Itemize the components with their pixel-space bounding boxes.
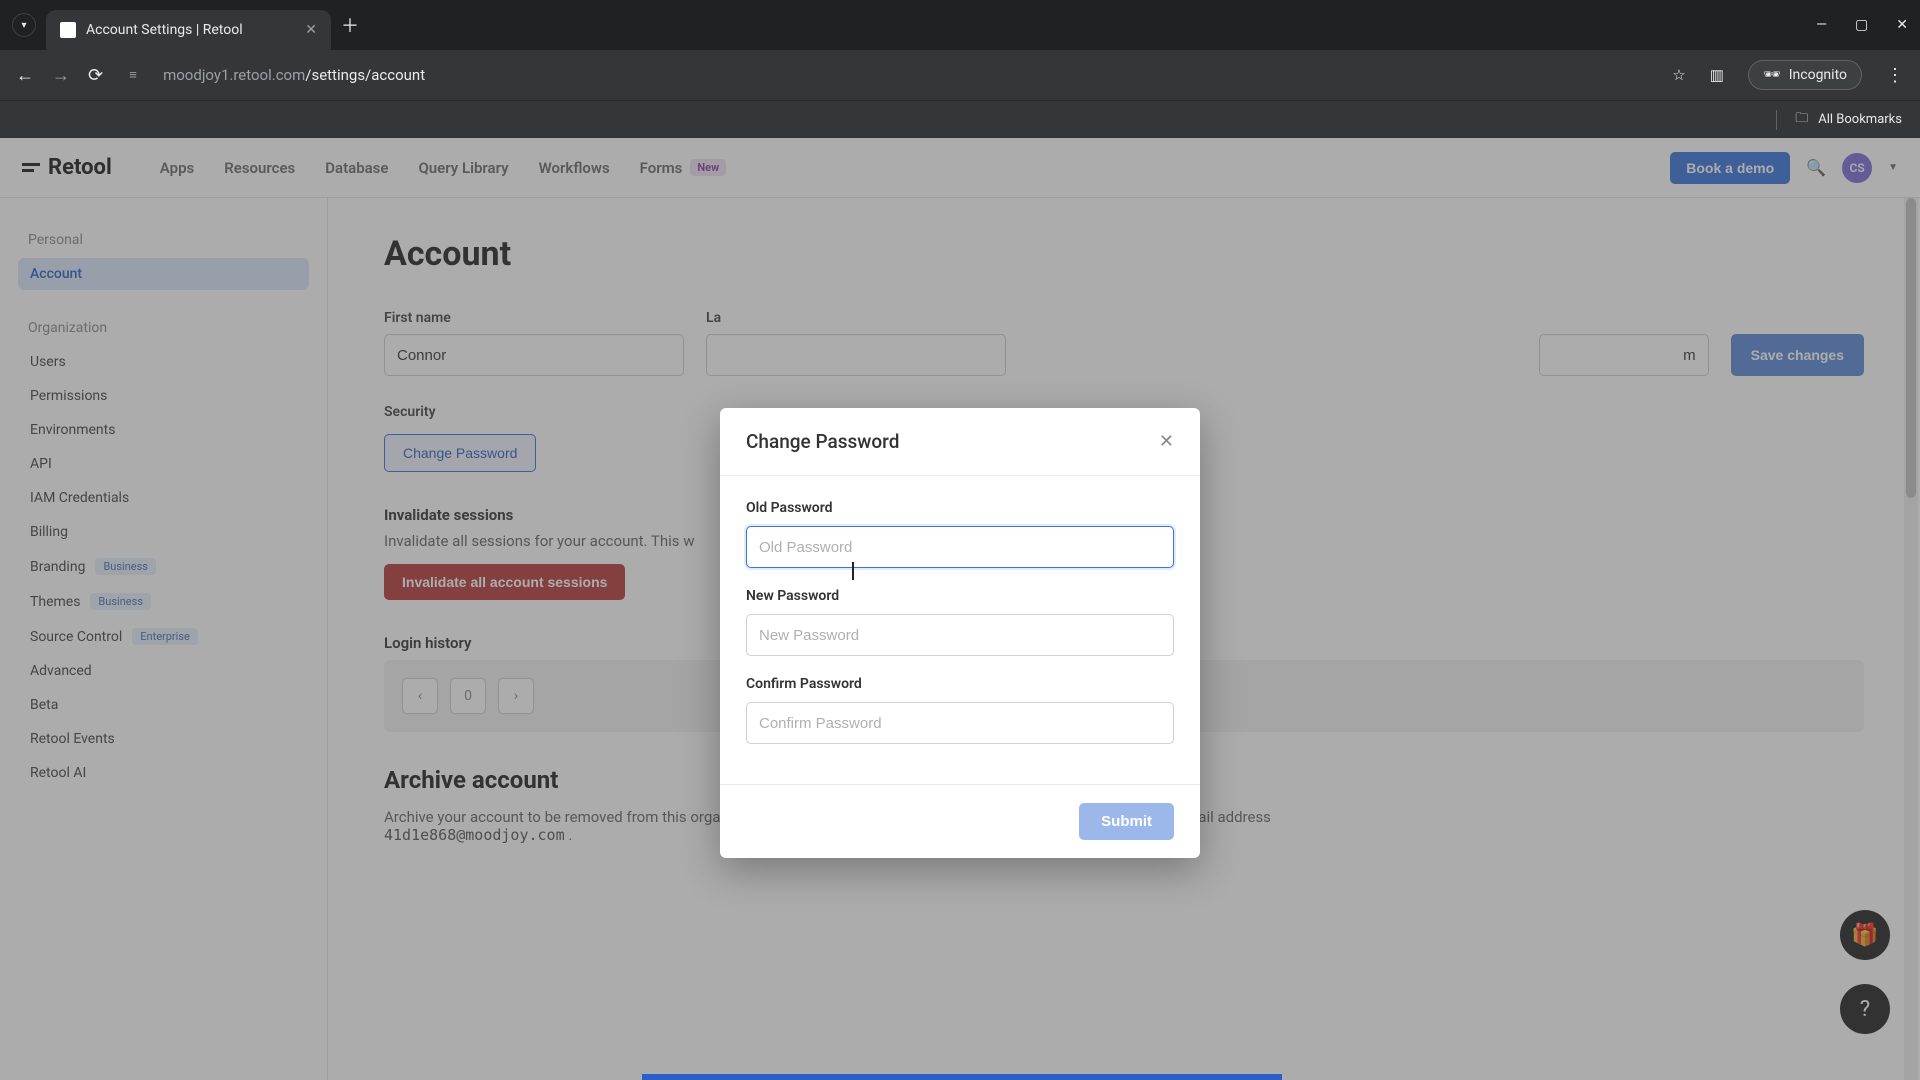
new-tab-button[interactable]: ＋ — [341, 12, 359, 38]
tab-title: Account Settings | Retool — [86, 22, 243, 38]
browser-tab[interactable]: Account Settings | Retool ✕ — [46, 10, 331, 50]
new-password-input[interactable] — [746, 614, 1174, 656]
back-icon[interactable]: ← — [16, 65, 34, 86]
browser-tabstrip: ▾ Account Settings | Retool ✕ ＋ — ▢ ✕ — [0, 0, 1920, 50]
maximize-icon[interactable]: ▢ — [1855, 17, 1868, 33]
close-window-icon[interactable]: ✕ — [1896, 17, 1908, 33]
modal-close-button[interactable]: ✕ — [1159, 431, 1174, 452]
favicon-icon — [60, 22, 76, 38]
change-password-modal: Change Password ✕ Old Password New Passw… — [720, 408, 1200, 858]
folder-icon: 🗀 — [1795, 109, 1808, 131]
confirm-password-input[interactable] — [746, 702, 1174, 744]
browser-menu-icon[interactable]: ⋮ — [1886, 65, 1904, 86]
reload-icon[interactable]: ⟳ — [88, 65, 103, 86]
close-icon: ✕ — [1159, 431, 1174, 451]
panel-icon[interactable]: ▥ — [1710, 66, 1724, 84]
app-surface: Retool Apps Resources Database Query Lib… — [0, 138, 1920, 1080]
incognito-icon: 🕶 — [1763, 67, 1781, 83]
address-bar[interactable]: moodjoy1.retool.com/settings/account — [163, 66, 1654, 84]
modal-title: Change Password — [746, 430, 899, 453]
bookmark-star-icon[interactable]: ☆ — [1672, 66, 1685, 84]
forward-icon[interactable]: → — [52, 65, 70, 86]
taskbar-highlight — [642, 1074, 1282, 1080]
submit-button[interactable]: Submit — [1079, 803, 1174, 840]
tabs-dropdown[interactable]: ▾ — [12, 13, 36, 37]
bookmarks-bar: 🗀 All Bookmarks — [0, 100, 1920, 138]
confirm-password-label: Confirm Password — [746, 676, 1174, 692]
site-info-icon[interactable]: ≡ — [121, 63, 145, 87]
close-tab-icon[interactable]: ✕ — [305, 22, 317, 38]
window-controls: — ▢ ✕ — [1816, 17, 1908, 33]
incognito-chip[interactable]: 🕶 Incognito — [1748, 60, 1862, 90]
minimize-icon[interactable]: — — [1816, 17, 1827, 33]
browser-toolbar: ← → ⟳ ≡ moodjoy1.retool.com/settings/acc… — [0, 50, 1920, 100]
old-password-input[interactable] — [746, 526, 1174, 568]
new-password-label: New Password — [746, 588, 1174, 604]
all-bookmarks-link[interactable]: All Bookmarks — [1818, 112, 1902, 127]
old-password-label: Old Password — [746, 500, 1174, 516]
divider — [1776, 110, 1777, 130]
text-cursor-icon — [852, 562, 854, 580]
